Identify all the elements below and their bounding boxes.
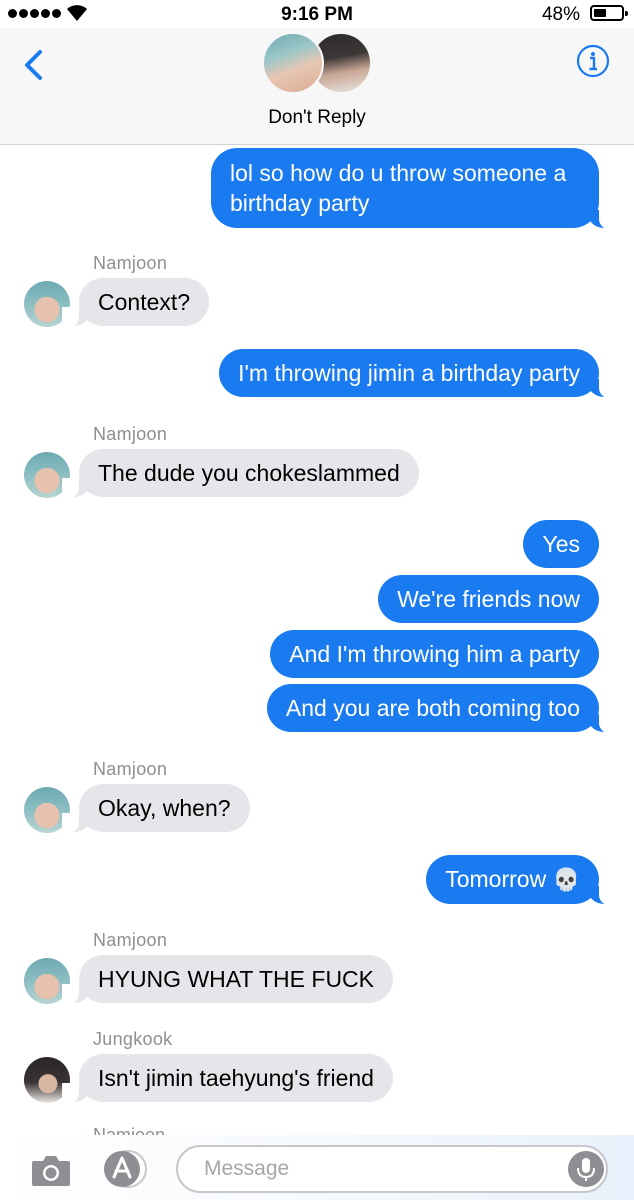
sender-name: Namjoon bbox=[93, 253, 168, 273]
conversation-header: Don't Reply bbox=[0, 28, 634, 145]
info-icon[interactable] bbox=[576, 44, 610, 78]
status-bar: 9:16 PM 48% bbox=[0, 0, 634, 28]
battery-percent: 48% bbox=[541, 4, 580, 25]
camera-icon[interactable] bbox=[30, 1152, 72, 1188]
skull-emoji: 💀 bbox=[552, 867, 580, 892]
sent-message[interactable]: Yes bbox=[523, 520, 599, 568]
sent-message[interactable]: lol so how do u throw someone a birthday… bbox=[211, 148, 616, 229]
status-time: 9:16 PM bbox=[281, 4, 353, 25]
sender-name: Namjoon bbox=[93, 930, 168, 950]
app-store-icon[interactable] bbox=[102, 1149, 150, 1189]
message-input[interactable] bbox=[176, 1145, 608, 1193]
conversation-title[interactable]: Don't Reply bbox=[0, 107, 634, 129]
sent-message[interactable]: And you are both coming too bbox=[266, 684, 617, 733]
group-avatars[interactable] bbox=[262, 32, 372, 94]
chevron-left-icon[interactable] bbox=[18, 48, 52, 82]
battery-icon bbox=[590, 5, 628, 21]
received-message[interactable]: The dude you chokeslammed bbox=[62, 449, 419, 498]
sent-message[interactable]: We're friends now bbox=[378, 575, 599, 623]
received-message[interactable]: Isn't jimin taehyung's friend bbox=[62, 1054, 393, 1103]
received-message[interactable]: HYUNG WHAT THE FUCK bbox=[61, 955, 394, 1004]
message-input-bar bbox=[0, 1135, 634, 1200]
received-message[interactable]: Okay, when? bbox=[62, 784, 250, 833]
avatar bbox=[262, 32, 324, 94]
sent-message[interactable]: And I'm throwing him a party bbox=[270, 630, 599, 678]
sent-message[interactable]: Tomorrow 💀 bbox=[426, 855, 616, 905]
microphone-icon[interactable] bbox=[568, 1151, 604, 1187]
sender-name: Namjoon bbox=[93, 424, 168, 444]
sender-name: Namjoon bbox=[93, 1125, 166, 1135]
message-text: Tomorrow bbox=[445, 866, 547, 892]
sender-name: Namjoon bbox=[93, 759, 168, 779]
sender-name: Jungkook bbox=[93, 1029, 173, 1049]
received-message[interactable]: Context? bbox=[61, 278, 210, 327]
sent-message[interactable]: I'm throwing jimin a birthday party bbox=[219, 349, 616, 398]
